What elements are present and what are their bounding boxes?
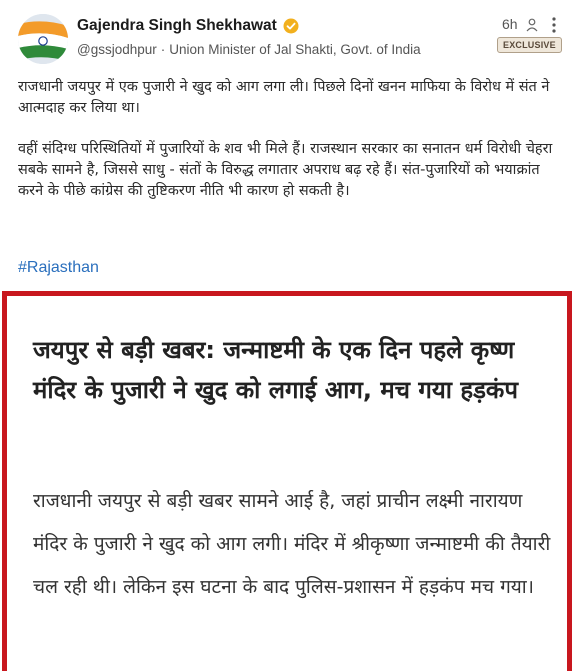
author-name[interactable]: Gajendra Singh Shekhawat xyxy=(77,17,277,35)
verified-check-icon xyxy=(283,18,299,34)
post-paragraph: वहीं संदिग्ध परिस्थितियों में पुजारियों … xyxy=(18,141,553,199)
hashtag-link[interactable]: #Rajasthan xyxy=(18,259,99,277)
person-icon[interactable] xyxy=(526,18,540,32)
avatar[interactable] xyxy=(18,14,68,64)
indian-flag-icon xyxy=(18,14,68,64)
post-header: Gajendra Singh Shekhawat @gssjodhpur · Uni… xyxy=(0,0,576,72)
author-role: Union Minister of Jal Shakti, Govt. of I… xyxy=(169,42,421,57)
more-vertical-icon[interactable] xyxy=(549,15,559,35)
separator-dot: · xyxy=(160,42,166,57)
author-handle[interactable]: @gssjodhpur xyxy=(77,42,157,57)
exclusive-badge: EXCLUSIVE xyxy=(497,37,562,53)
card-body-text: राजधानी जयपुर से बड़ी खबर सामने आई है, ज… xyxy=(33,490,551,598)
post-body: राजधानी जयपुर में एक पुजारी ने खुद को आग… xyxy=(18,77,558,222)
post-time: 6h xyxy=(502,16,518,32)
post-paragraph: राजधानी जयपुर में एक पुजारी ने खुद को आग… xyxy=(18,79,550,116)
card-headline: जयपुर से बड़ी खबर: जन्माष्टमी के एक दिन … xyxy=(33,336,518,404)
author-meta: @gssjodhpur · Union Minister of Jal Shakti… xyxy=(77,42,421,57)
news-card[interactable]: जयपुर से बड़ी खबर: जन्माष्टमी के एक दिन … xyxy=(2,291,572,671)
